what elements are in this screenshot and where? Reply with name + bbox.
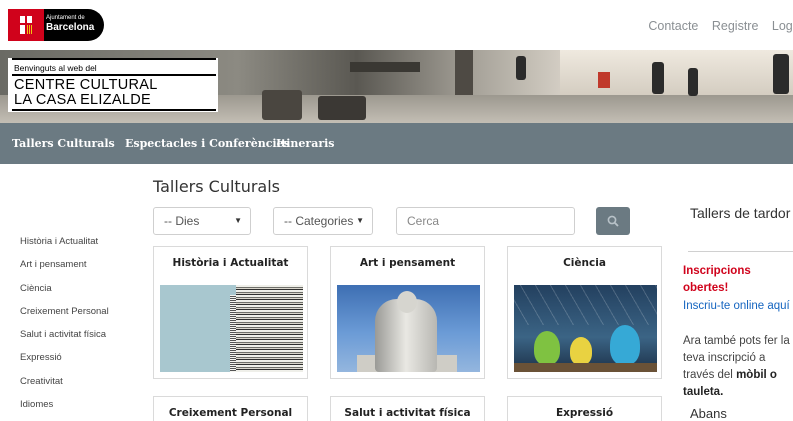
top-bar: Ajuntament de Barcelona Contacte Registr… xyxy=(0,0,793,50)
nav-item-itineraris[interactable]: Itineraris xyxy=(276,137,335,150)
sidebar-item-creativitat[interactable]: Creativitat xyxy=(20,376,109,399)
category-card-ciencia[interactable]: Ciència xyxy=(507,246,662,379)
card-title: Expressió xyxy=(555,407,614,419)
page-title: Tallers Culturals xyxy=(153,177,280,196)
aside-abans: Abans xyxy=(690,406,727,421)
banner-tree xyxy=(455,50,473,95)
chevron-down-icon: ▼ xyxy=(234,216,242,225)
nav-item-espectacles[interactable]: Espectacles i Conferències xyxy=(125,137,290,150)
site-title-line2: LA CASA ELIZALDE xyxy=(14,92,151,108)
sidebar-item-salut[interactable]: Salut i activitat física xyxy=(20,329,109,352)
aside-note-line4: tauleta. xyxy=(683,386,724,398)
site-title-line1: CENTRE CULTURAL xyxy=(14,77,158,93)
banner-wall xyxy=(560,50,793,95)
barcelona-emblem-icon xyxy=(8,9,44,41)
days-select[interactable]: -- Dies ▼ xyxy=(153,207,251,235)
newspapers-image xyxy=(160,285,303,372)
aside-note-line3-pre: través del xyxy=(683,369,737,381)
chevron-down-icon: ▼ xyxy=(356,216,364,225)
title-rule xyxy=(12,109,216,111)
search-placeholder: Cerca xyxy=(407,214,440,228)
statue-image xyxy=(337,285,480,372)
register-link[interactable]: Registre xyxy=(712,19,759,33)
categories-select-value: -- Categories xyxy=(284,214,354,228)
aside-divider xyxy=(688,251,793,252)
aside-title: Tallers de tardor xyxy=(690,205,791,221)
sidebar-item-expressio[interactable]: Expressió xyxy=(20,352,109,375)
card-title: Creixement Personal xyxy=(168,407,293,419)
site-title-box[interactable]: Benvinguts al web del CENTRE CULTURAL LA… xyxy=(8,58,218,112)
banner-bench xyxy=(350,62,420,72)
banner-person xyxy=(773,54,789,94)
logo-line2: Barcelona xyxy=(46,22,95,33)
banner-red-sign xyxy=(598,72,610,88)
category-card-historia[interactable]: Història i Actualitat xyxy=(153,246,308,379)
logo-line1: Ajuntament de xyxy=(46,15,85,21)
sidebar-item-art[interactable]: Art i pensament xyxy=(20,259,109,282)
aside-note-line3: través del mòbil o xyxy=(683,367,777,384)
title-rule xyxy=(12,74,216,76)
card-title: Història i Actualitat xyxy=(172,257,289,269)
login-link[interactable]: Log i xyxy=(772,19,793,33)
category-card-salut[interactable]: Salut i activitat física xyxy=(330,396,485,421)
banner-person xyxy=(652,62,664,94)
category-sidebar: Història i Actualitat Art i pensament Ci… xyxy=(20,236,109,421)
category-card-art[interactable]: Art i pensament xyxy=(330,246,485,379)
banner-people-group xyxy=(262,90,302,120)
sidebar-item-creixement[interactable]: Creixement Personal xyxy=(20,306,109,329)
top-links: Contacte Registre Log i xyxy=(638,19,793,33)
search-icon xyxy=(607,215,619,227)
science-flasks-image xyxy=(514,285,657,372)
sidebar-item-idiomes[interactable]: Idiomes xyxy=(20,399,109,421)
main-nav: Tallers Culturals Espectacles i Conferèn… xyxy=(0,123,793,164)
category-card-creixement[interactable]: Creixement Personal xyxy=(153,396,308,421)
sidebar-item-ciencia[interactable]: Ciència xyxy=(20,283,109,306)
title-rule xyxy=(12,58,216,60)
sidebar-item-historia[interactable]: Història i Actualitat xyxy=(20,236,109,259)
banner-person xyxy=(516,56,526,80)
card-title: Ciència xyxy=(563,257,606,269)
aside-note-line2: teva inscripció a xyxy=(683,352,766,364)
categories-select[interactable]: -- Categories ▼ xyxy=(273,207,373,235)
banner-person xyxy=(688,68,698,96)
category-card-expressio[interactable]: Expressió xyxy=(507,396,662,421)
aside-note-line3-bold: mòbil o xyxy=(736,369,777,381)
ajuntament-logo[interactable]: Ajuntament de Barcelona xyxy=(8,9,104,41)
welcome-text: Benvinguts al web del xyxy=(14,63,97,73)
contact-link[interactable]: Contacte xyxy=(648,19,698,33)
card-title: Salut i activitat física xyxy=(344,407,471,419)
nav-item-tallers[interactable]: Tallers Culturals xyxy=(12,137,115,150)
inscriptions-heading-2: obertes! xyxy=(683,282,729,294)
online-inscription-link[interactable]: Inscriu-te online aquí xyxy=(683,298,790,315)
card-title: Art i pensament xyxy=(359,257,456,269)
days-select-value: -- Dies xyxy=(164,214,200,228)
inscriptions-heading: Inscripcions xyxy=(683,265,751,277)
search-input[interactable]: Cerca xyxy=(396,207,575,235)
banner-people-group xyxy=(318,96,366,120)
aside-note-line1: Ara també pots fer la xyxy=(683,335,790,347)
search-button[interactable] xyxy=(596,207,630,235)
